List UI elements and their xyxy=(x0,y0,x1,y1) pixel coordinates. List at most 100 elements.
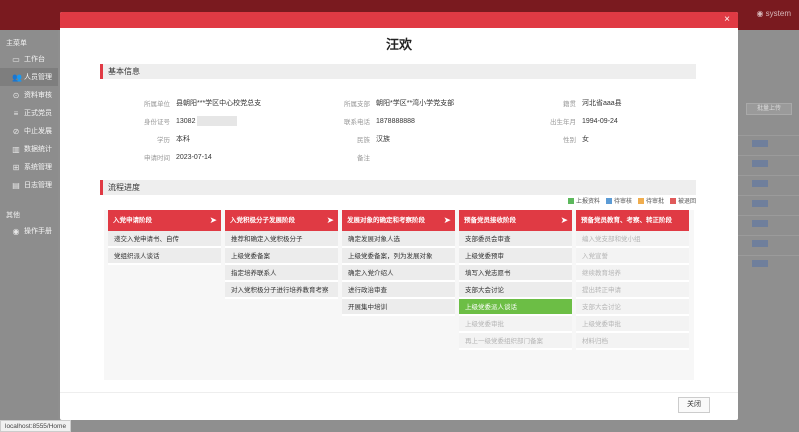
sidebar-item-label: 人员管理 xyxy=(24,74,52,81)
sidebar-item-4[interactable]: ⊘ 中止发展 xyxy=(0,122,58,140)
flow-step[interactable]: 上级党委预审 xyxy=(459,248,572,265)
sidebar-item-label: 中止发展 xyxy=(24,128,52,135)
legend-item: 待审核 xyxy=(605,196,632,205)
batch-upload-button[interactable]: 批量上传 xyxy=(746,103,792,115)
flow-step[interactable]: 继续教育培养 xyxy=(576,265,689,282)
branch-label: 所属支部 xyxy=(344,101,370,108)
legend-label: 被退回 xyxy=(677,199,696,205)
flow-step[interactable]: 支部大会讨论 xyxy=(576,299,689,316)
flow-stage: 预备党员教育、考察、转正阶段 编入党支部和党小组 入党宣誓 继续教育培养 提出转正申请支… xyxy=(576,210,689,350)
legend-swatch xyxy=(567,197,574,204)
redacted-block xyxy=(197,116,238,126)
legend-swatch xyxy=(669,197,676,204)
flow-step[interactable]: 递交入党申请书、自传 xyxy=(108,231,221,248)
stage-header: 入党申请阶段 ➤ xyxy=(108,210,221,231)
arrow-right-icon: ➤ xyxy=(209,215,217,225)
stage-header: 预备党员教育、考察、转正阶段 xyxy=(576,210,689,231)
legend-item: 上报资料 xyxy=(567,196,600,205)
stage-header: 发展对象的确定和考察阶段 ➤ xyxy=(342,210,455,231)
flow-stage: 发展对象的确定和考察阶段 ➤ 确定发展对象人选 上级党委备案，列为发展对象 确定入党介绍… xyxy=(342,210,455,316)
flow-step[interactable]: 确定发展对象人选 xyxy=(342,231,455,248)
birth-label: 出生年月 xyxy=(550,119,576,126)
review-icon: ⊙ xyxy=(12,90,20,100)
manual-icon: ◉ xyxy=(12,226,20,236)
apply-value: 2023-07-14 xyxy=(176,153,212,161)
sidebar-item-label: 日志管理 xyxy=(24,182,52,189)
flow-step[interactable]: 上级党委审批 xyxy=(459,316,572,333)
flow-step[interactable]: 开展集中培训 xyxy=(342,299,455,316)
sidebar-item-5[interactable]: ▥ 数据统计 xyxy=(0,140,58,158)
sidebar-item-1[interactable]: 👥 人员管理 xyxy=(0,68,58,86)
sidebar-item-label: 正式党员 xyxy=(24,110,52,117)
arrow-right-icon: ➤ xyxy=(560,215,568,225)
sidebar-item-0[interactable]: ▭ 工作台 xyxy=(0,50,58,68)
origin-label: 籍贯 xyxy=(563,101,576,108)
basic-info-grid: 所属单位 县朝阳***学区中心校党总支 所属支部 朝阳*学区**湾小学党支部 籍… xyxy=(100,94,696,186)
list-icon: ≡ xyxy=(13,108,19,118)
grid-icon: ⊞ xyxy=(12,162,20,172)
legend-swatch xyxy=(605,197,612,204)
sidebar-item-label: 工作台 xyxy=(24,56,45,63)
legend-swatch xyxy=(637,197,644,204)
legend-label: 上报资料 xyxy=(575,199,600,205)
edu-label: 学历 xyxy=(157,137,170,144)
flow-step[interactable]: 确定入党介绍人 xyxy=(342,265,455,282)
dialog-header-bar: × xyxy=(60,12,738,28)
branch-value: 朝阳*学区**湾小学党支部 xyxy=(376,100,455,107)
flow-step[interactable]: 填写入党志愿书 xyxy=(459,265,572,282)
flow-stage: 入党积极分子发展阶段 ➤ 推荐和确定入党积极分子 上级党委备案 指定培养联系人 对入党积极… xyxy=(225,210,338,299)
flow-step[interactable]: 党组织派人谈话 xyxy=(108,248,221,265)
ban-icon: ⊘ xyxy=(12,126,20,136)
status-url: localhost:8555/Home xyxy=(0,420,72,432)
sidebar-item-6[interactable]: ⊞ 系统管理 xyxy=(0,158,58,176)
flow-legend: 上报资料 待审核 待审批 被退回 xyxy=(562,196,696,205)
legend-label: 待审核 xyxy=(613,199,632,205)
legend-label: 待审批 xyxy=(645,199,664,205)
flow-step[interactable]: 上级党委备案，列为发展对象 xyxy=(342,248,455,265)
close-icon[interactable]: × xyxy=(724,14,730,26)
flow-step[interactable]: 入党宣誓 xyxy=(576,248,689,265)
flow-step[interactable]: 再上一级党委组织部门备案 xyxy=(459,333,572,350)
flow-step[interactable]: 上级党委审批 xyxy=(576,316,689,333)
flow-step[interactable]: 支部大会讨论 xyxy=(459,282,572,299)
sidebar-other-header: 其他 xyxy=(6,212,20,219)
stage-title: 发展对象的确定和考察阶段 xyxy=(347,217,425,224)
background-table: 批量上传 xyxy=(738,95,799,425)
sidebar-item-7[interactable]: ▤ 日志管理 xyxy=(0,176,58,194)
dialog-footer-divider xyxy=(60,392,738,393)
flow-step[interactable]: 支部委员会审查 xyxy=(459,231,572,248)
apply-label: 申请时间 xyxy=(144,155,170,162)
flow-step[interactable]: 提出转正申请 xyxy=(576,282,689,299)
birth-value: 1994-09-24 xyxy=(582,117,618,125)
nation-value: 汉族 xyxy=(376,136,390,143)
sidebar-item-2[interactable]: ⊙ 资料审核 xyxy=(0,86,58,104)
user-menu[interactable]: ◉ system xyxy=(756,9,791,18)
stage-header: 预备党员接收阶段 ➤ xyxy=(459,210,572,231)
flow-step[interactable]: 材料归档 xyxy=(576,333,689,350)
flow-step[interactable]: 推荐和确定入党积极分子 xyxy=(225,231,338,248)
member-detail-dialog: × 汪欢 基本信息 所属单位 县朝阳***学区中心校党总支 所属支部 朝阳*学区… xyxy=(60,12,738,420)
users-icon: 👥 xyxy=(12,72,22,82)
flow-step[interactable]: 指定培养联系人 xyxy=(225,265,338,282)
sidebar: 主菜单 ▭ 工作台 👥 人员管理 ⊙ 资料审核 ≡ 正式党员 ⊘ 中止发展 ▥ 数据统计 ⊞ 系统管理 ▤ 日… xyxy=(0,30,58,432)
flow-section-title: 流程进度 xyxy=(100,180,696,195)
flow-step[interactable]: 对入党积极分子进行培养教育考察 xyxy=(225,282,338,299)
flow-step[interactable]: 进行政治审查 xyxy=(342,282,455,299)
flow-stage: 入党申请阶段 ➤ 递交入党申请书、自传 党组织派人谈话 xyxy=(108,210,221,265)
id-value: 13082 xyxy=(176,117,196,125)
nation-label: 民族 xyxy=(357,137,370,144)
flow-stage: 预备党员接收阶段 ➤ 支部委员会审查 上级党委预审 填写入党志愿书 支部大会讨论 上级党委派… xyxy=(459,210,572,350)
flow-step[interactable]: 编入党支部和党小组 xyxy=(576,231,689,248)
sidebar-header: 主菜单 xyxy=(6,40,27,47)
stage-title: 入党积极分子发展阶段 xyxy=(230,217,295,224)
sidebar-other-item-0[interactable]: ◉ 操作手册 xyxy=(0,222,58,240)
flow-step[interactable]: 上级党委备案 xyxy=(225,248,338,265)
flow-step[interactable]: 上级党委派人谈话 xyxy=(459,299,572,316)
sidebar-item-label: 系统管理 xyxy=(24,164,52,171)
legend-item: 被退回 xyxy=(669,196,696,205)
id-label: 身份证号 xyxy=(144,119,170,126)
sidebar-item-label: 资料审核 xyxy=(24,92,52,99)
gender-value: 女 xyxy=(582,136,589,143)
sidebar-item-3[interactable]: ≡ 正式党员 xyxy=(0,104,58,122)
close-button[interactable]: 关闭 xyxy=(678,397,710,413)
